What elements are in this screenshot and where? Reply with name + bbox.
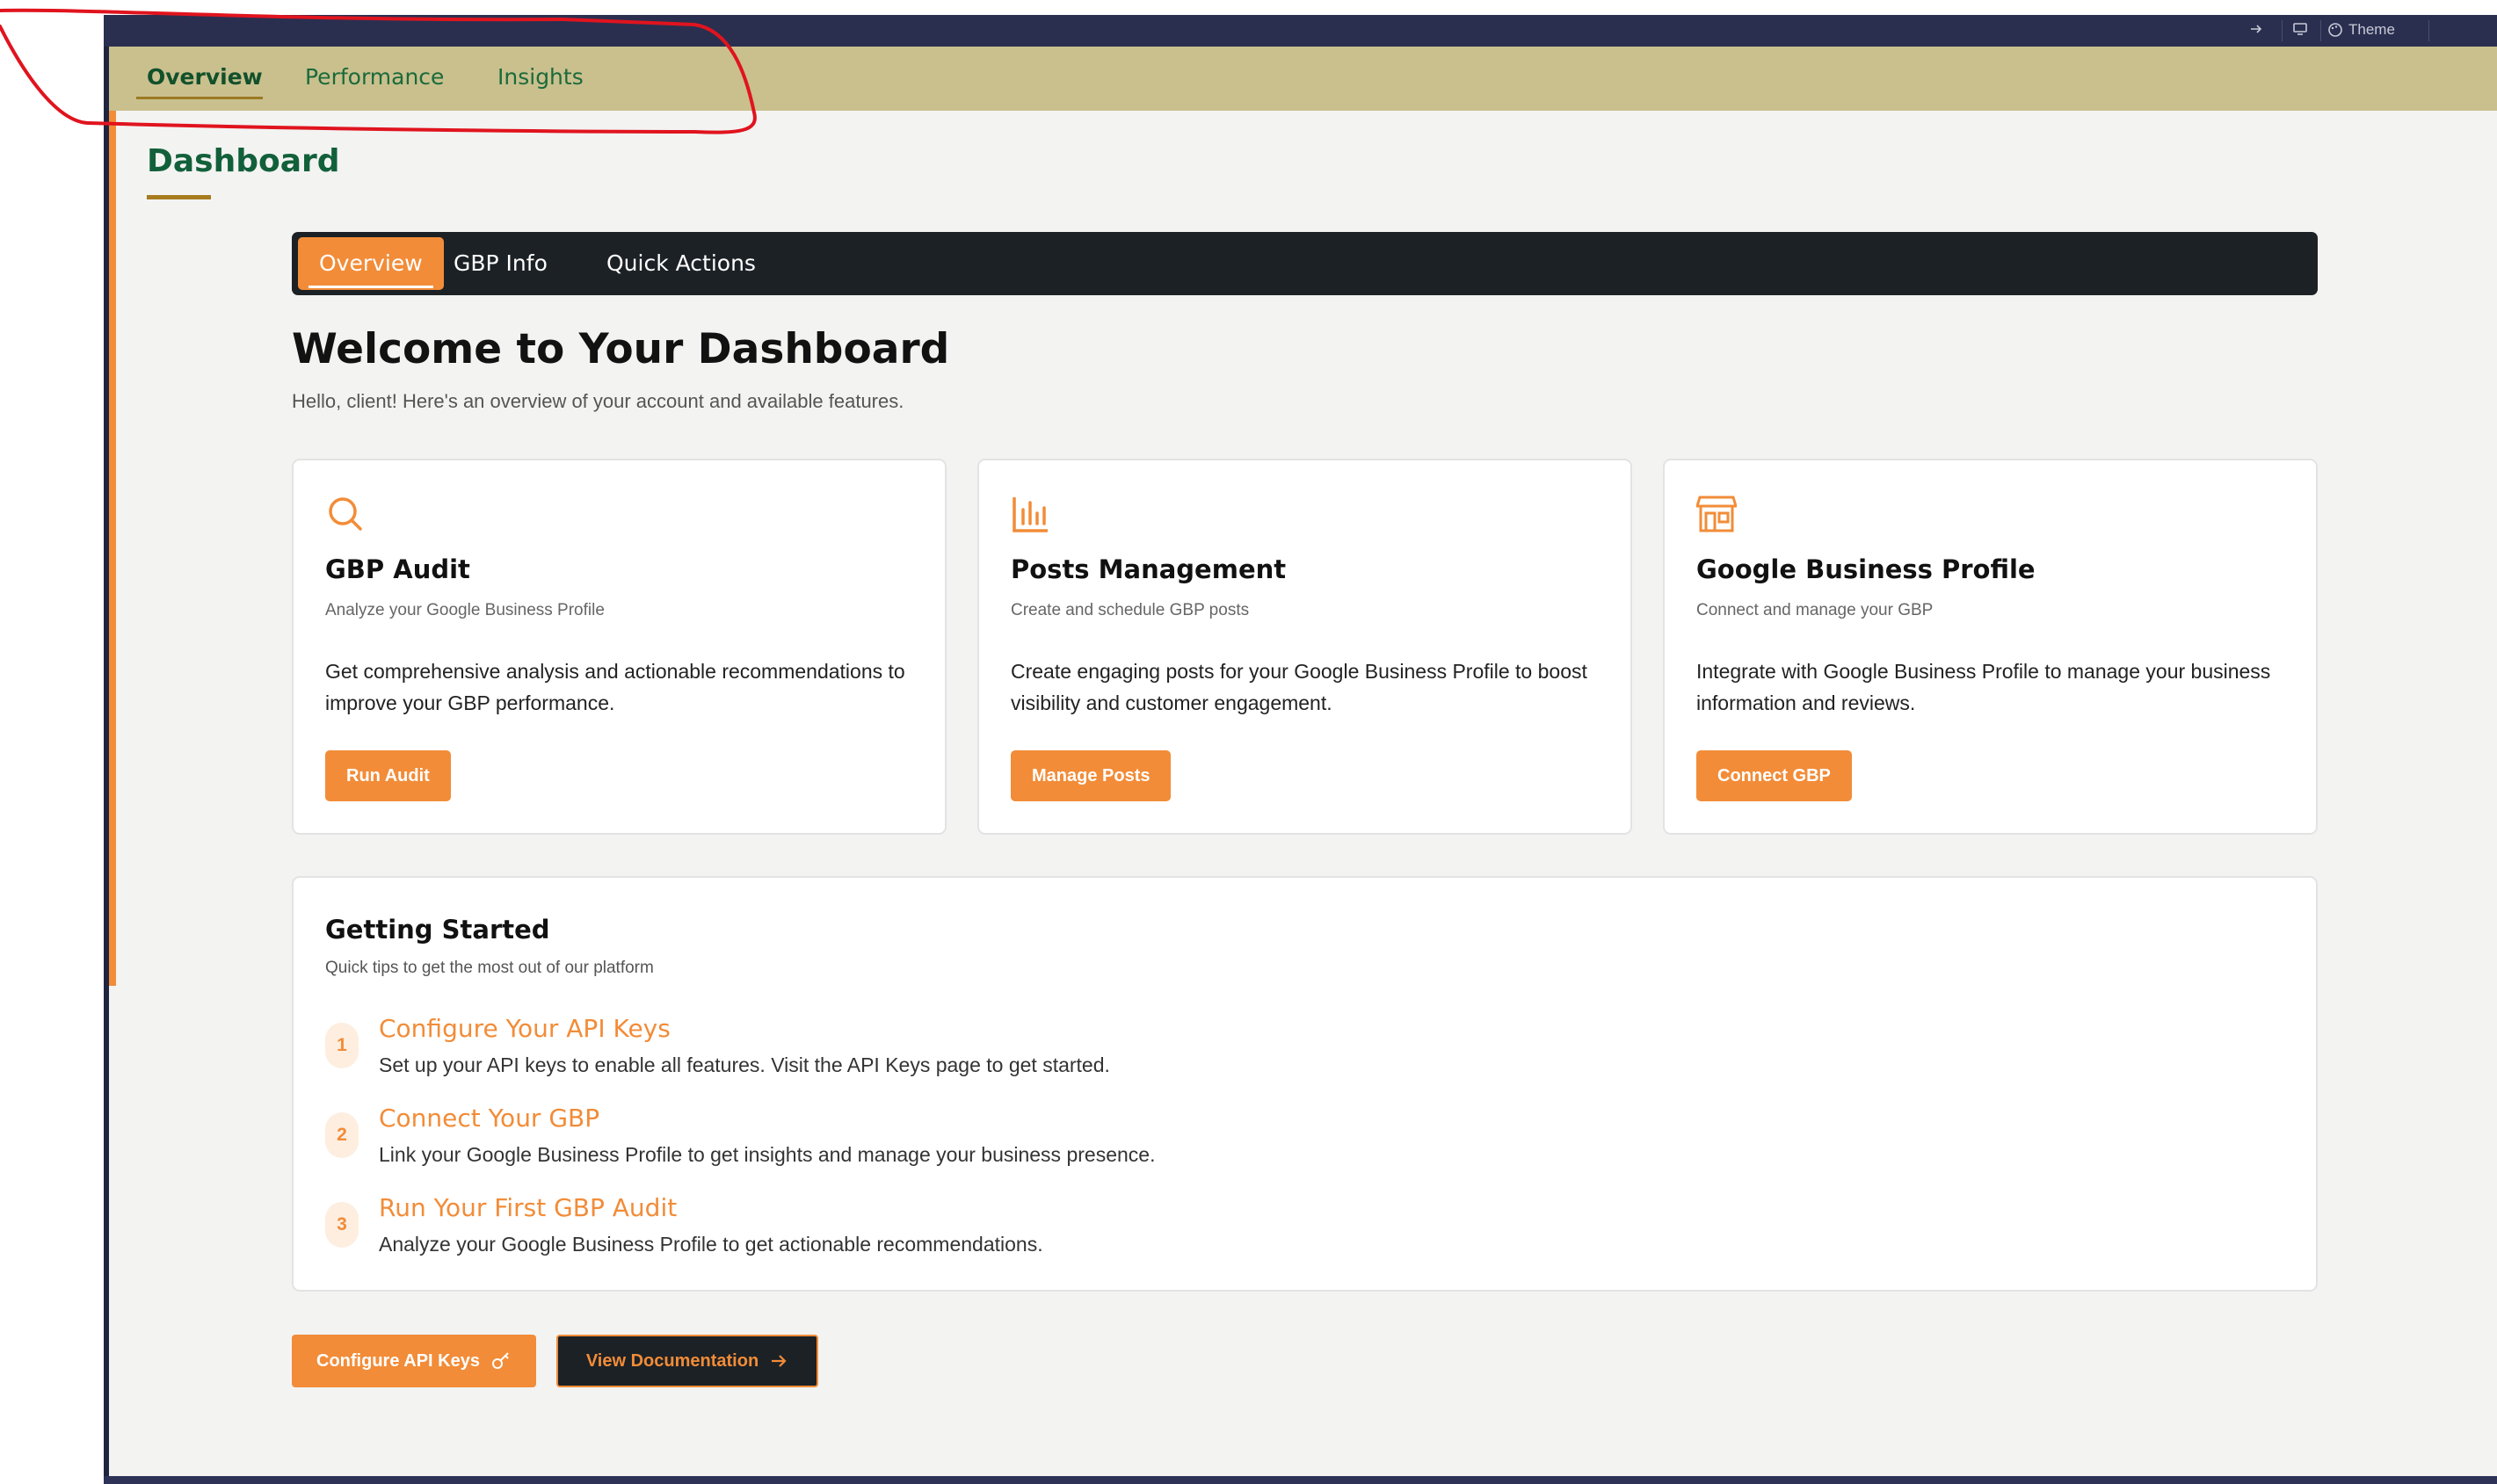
card-description: Get comprehensive analysis and actionabl… [325,660,905,714]
card-posts-management: Posts Management Create and schedule GBP… [977,459,1632,835]
getting-started-subtitle: Quick tips to get the most out of our pl… [325,959,654,977]
connect-gbp-button[interactable]: Connect GBP [1696,750,1852,801]
theme-label: Theme [2348,21,2395,38]
configure-api-keys-button[interactable]: Configure API Keys [292,1335,536,1387]
step-item: 1 Configure Your API Keys Set up your AP… [325,1014,2259,1093]
arrow-right-icon [772,1355,787,1367]
card-description: Create engaging posts for your Google Bu… [1011,660,1587,714]
welcome-heading: Welcome to Your Dashboard [292,325,950,373]
card-title: GBP Audit [325,554,470,584]
card-gbp-audit: GBP Audit Analyze your Google Business P… [292,459,947,835]
step-number: 3 [325,1202,359,1248]
title-underline [147,195,211,199]
subtab-overview[interactable]: Overview [298,237,444,290]
palette-icon [2328,23,2342,37]
card-subtitle: Connect and manage your GBP [1696,601,1934,619]
step-description: Analyze your Google Business Profile to … [379,1233,1043,1256]
step-item: 3 Run Your First GBP Audit Analyze your … [325,1193,2259,1272]
step-title-link[interactable]: Connect Your GBP [379,1104,599,1133]
welcome-subtitle: Hello, client! Here's an overview of you… [292,390,904,412]
manage-posts-button[interactable]: Manage Posts [1011,750,1172,801]
bottom-edge-strip [104,1476,2497,1484]
subtab-quick-actions[interactable]: Quick Actions [585,237,777,290]
active-tab-underline [136,97,263,99]
card-description: Integrate with Google Business Profile t… [1696,660,2271,714]
step-description: Set up your API keys to enable all featu… [379,1053,1110,1076]
view-documentation-button[interactable]: View Documentation [556,1335,818,1387]
card-subtitle: Create and schedule GBP posts [1011,601,1250,619]
bar-chart-icon [1013,497,1048,532]
card-subtitle: Analyze your Google Business Profile [325,601,605,619]
subtab-gbp-info[interactable]: GBP Info [432,237,569,290]
configure-api-keys-label: Configure API Keys [316,1350,480,1371]
getting-started-title: Getting Started [325,915,550,945]
key-icon [491,1352,509,1369]
step-description: Link your Google Business Profile to get… [379,1143,1156,1166]
getting-started-panel: Getting Started Quick tips to get the mo… [292,876,2318,1292]
search-icon [329,497,362,531]
card-title: Google Business Profile [1696,554,2036,584]
step-number: 2 [325,1112,359,1158]
run-audit-button[interactable]: Run Audit [325,750,451,801]
main-tab-performance[interactable]: Performance [305,64,444,90]
view-documentation-label: View Documentation [585,1350,759,1371]
main-nav-bar: Overview Performance Insights [109,47,2497,111]
top-toolbar: Theme 1 [104,15,2497,47]
monitor-icon[interactable] [2292,21,2308,37]
step-item: 2 Connect Your GBP Link your Google Busi… [325,1104,2259,1183]
card-title: Posts Management [1011,554,1287,584]
main-tab-insights[interactable]: Insights [497,64,584,90]
storefront-icon [1696,496,1737,532]
step-number: 1 [325,1023,359,1068]
step-title-link[interactable]: Configure Your API Keys [379,1014,671,1043]
left-accent-bar [109,46,116,986]
step-title-link[interactable]: Run Your First GBP Audit [379,1193,677,1222]
theme-button[interactable]: Theme [2327,21,2395,39]
sub-nav-bar: Overview GBP Info Quick Actions [292,232,2318,295]
arrow-right-icon[interactable] [2248,21,2264,37]
main-tab-overview[interactable]: Overview [147,64,263,90]
page-title: Dashboard [147,143,340,179]
card-google-business-profile: Google Business Profile Connect and mana… [1663,459,2318,835]
